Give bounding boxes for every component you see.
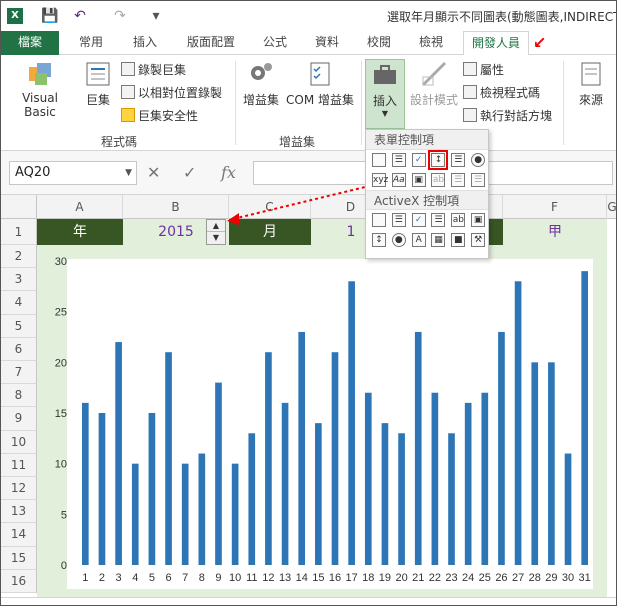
activex-checkbox-icon[interactable]: ✓	[411, 213, 426, 227]
more-controls-icon[interactable]: ⚒	[471, 233, 486, 247]
activex-label-icon[interactable]: A	[411, 233, 426, 247]
checkbox-icon[interactable]: ✓	[411, 153, 426, 167]
activex-button-icon[interactable]	[372, 213, 386, 227]
activex-option-icon[interactable]: ●	[391, 233, 406, 247]
activex-list-icon[interactable]: ☰	[431, 213, 446, 227]
option-button-icon[interactable]: ●	[471, 153, 486, 167]
activex-textbox-icon[interactable]: ab	[451, 213, 466, 227]
list-box-icon[interactable]: ☰	[451, 153, 466, 167]
form-controls-heading: 表單控制項	[366, 130, 488, 150]
activex-scrollbar-icon[interactable]: ▣	[471, 213, 486, 227]
sheet-bottom-edge	[1, 597, 616, 605]
scroll-bar-icon[interactable]: ▣	[411, 173, 426, 187]
group-box-icon[interactable]: xyz	[372, 173, 388, 187]
button-control-icon[interactable]	[372, 153, 386, 167]
combo-box-icon[interactable]: ☰	[391, 153, 406, 167]
form-controls-row-1: ☰ ✓ ↕ ☰ ●	[366, 150, 488, 170]
insert-controls-dropdown: 表單控制項 ☰ ✓ ↕ ☰ ● xyz Aa ▣ ab ☰ ☰ ActiveX …	[365, 129, 489, 259]
annotation-arrow	[227, 172, 424, 225]
label-control-icon[interactable]: Aa	[391, 173, 406, 187]
text-field-icon[interactable]: ab	[431, 173, 446, 187]
activex-controls-heading: ActiveX 控制項	[366, 190, 488, 210]
activex-spin-icon[interactable]: ↕	[372, 233, 386, 247]
activex-combo-icon[interactable]: ☰	[391, 213, 406, 227]
combo-list-edit-icon[interactable]: ☰	[451, 173, 466, 187]
activex-toggle-icon[interactable]: ■	[451, 233, 466, 247]
activex-image-icon[interactable]: ▦	[431, 233, 446, 247]
combo-dropdown-edit-icon[interactable]: ☰	[471, 173, 486, 187]
activex-row-2: ↕ ● A ▦ ■ ⚒	[366, 230, 488, 250]
excel-window: X 💾 ↶ ↷ ▾ 選取年月顯示不同圖表(動態圖表,INDIRECT 檔案 常用…	[0, 0, 617, 606]
form-controls-row-2: xyz Aa ▣ ab ☰ ☰	[366, 170, 488, 190]
spin-button-control-icon[interactable]: ↕	[428, 150, 449, 170]
activex-row-1: ☰ ✓ ☰ ab ▣	[366, 210, 488, 230]
